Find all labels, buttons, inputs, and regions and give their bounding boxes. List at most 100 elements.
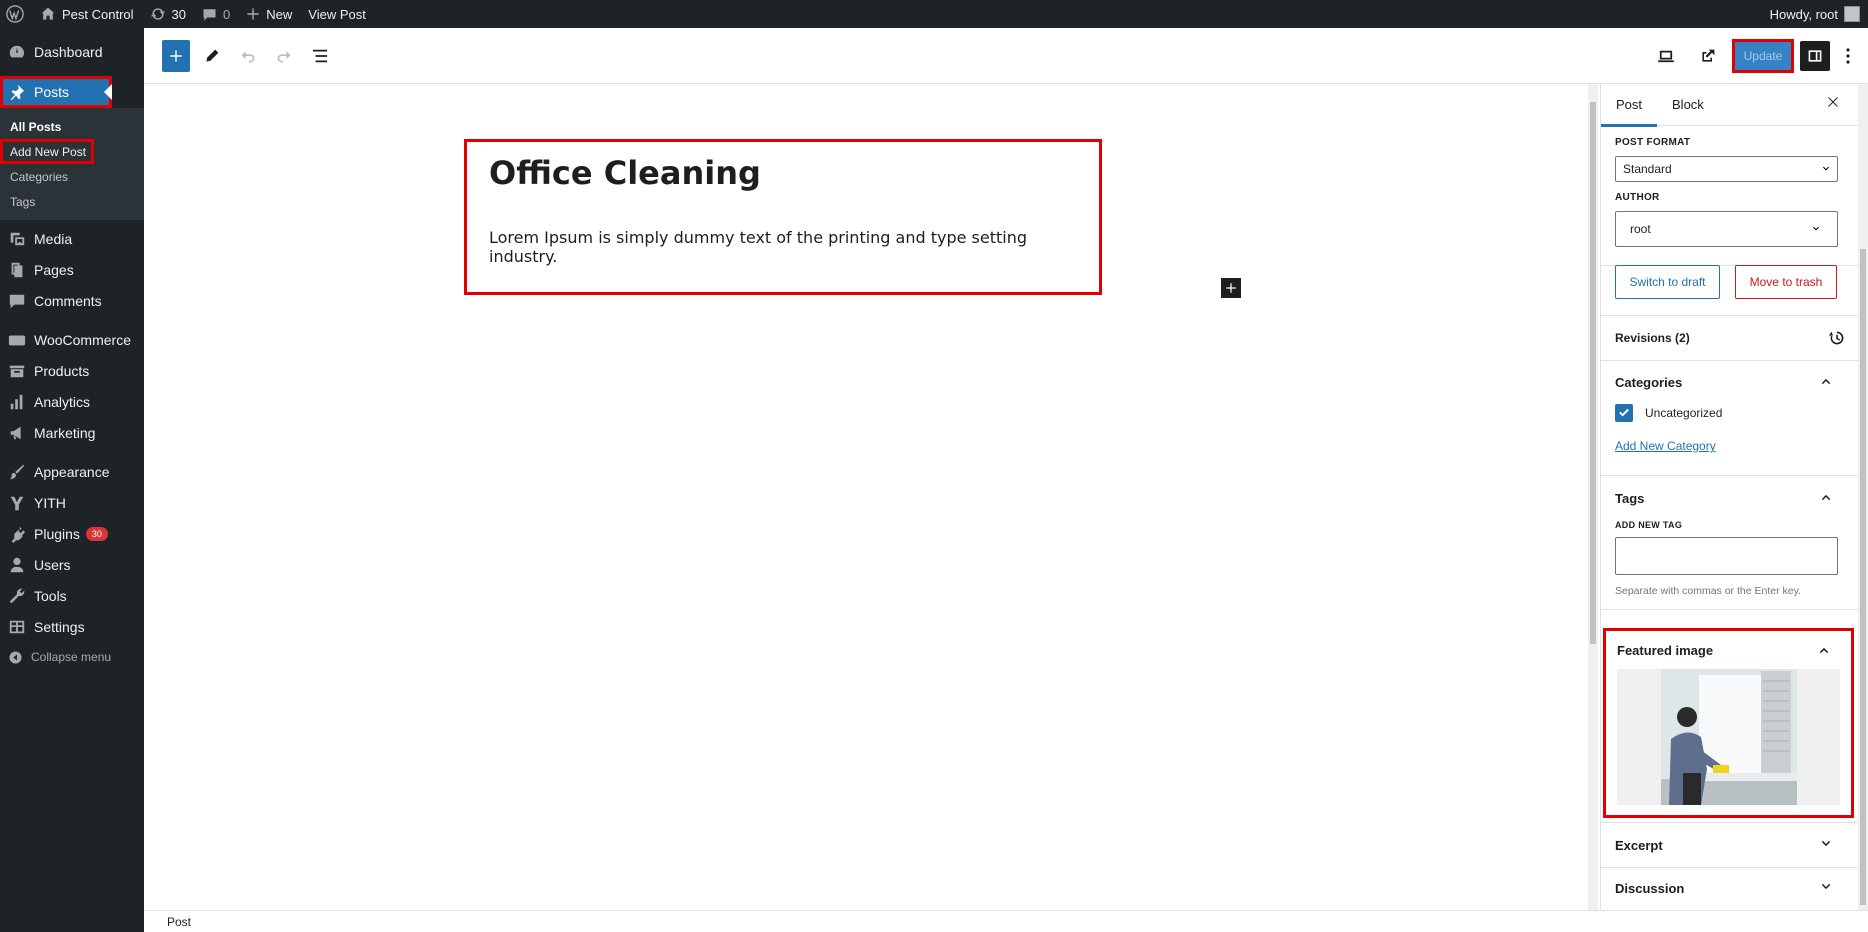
tab-post[interactable]: Post <box>1601 84 1658 127</box>
menu-products[interactable]: Products <box>0 356 144 386</box>
menu-appearance[interactable]: Appearance <box>0 456 144 488</box>
redo-button[interactable] <box>266 38 302 74</box>
excerpt-toggle[interactable]: Excerpt <box>1601 823 1859 867</box>
menu-posts[interactable]: Posts <box>0 76 112 108</box>
woocommerce-icon <box>8 335 26 346</box>
menu-label: Appearance <box>34 464 110 480</box>
discussion-title: Discussion <box>1615 880 1685 896</box>
more-vertical-icon <box>1846 47 1850 64</box>
menu-media[interactable]: Media <box>0 224 144 254</box>
plus-icon <box>170 49 182 62</box>
menu-label: Dashboard <box>34 44 103 60</box>
submenu-categories[interactable]: Categories <box>0 164 144 189</box>
category-checkbox[interactable] <box>1615 404 1633 422</box>
updates-count: 30 <box>171 6 187 22</box>
media-icon <box>10 232 25 246</box>
add-new-category-link[interactable]: Add New Category <box>1615 439 1716 453</box>
submenu-all-posts[interactable]: All Posts <box>0 114 144 139</box>
menu-label: Media <box>34 231 73 247</box>
admin-sidebar: Dashboard Posts All Posts Add New Post C… <box>0 28 144 932</box>
plus-icon <box>1226 283 1236 293</box>
wrench-icon <box>9 588 25 604</box>
view-post-button[interactable] <box>1690 38 1726 74</box>
chevron-down-icon <box>1813 226 1819 231</box>
categories-toggle[interactable]: Categories <box>1601 360 1859 404</box>
view-post-link[interactable]: View Post <box>300 0 374 28</box>
breadcrumb-post[interactable]: Post <box>167 915 191 929</box>
settings-toggle-button[interactable] <box>1800 40 1830 71</box>
revisions-panel[interactable]: Revisions (2) <box>1601 315 1859 361</box>
menu-comments[interactable]: Comments <box>0 286 144 316</box>
collapse-icon <box>9 651 22 663</box>
document-overview-button[interactable] <box>302 38 338 74</box>
collapse-menu-button[interactable]: Collapse menu <box>0 642 144 672</box>
tags-toggle[interactable]: Tags <box>1601 476 1859 520</box>
collapse-label: Collapse menu <box>31 650 112 664</box>
tag-help-text: Separate with commas or the Enter key. <box>1615 585 1801 597</box>
excerpt-title: Excerpt <box>1615 837 1663 853</box>
submenu-add-new-post[interactable]: Add New Post <box>0 139 94 164</box>
settings-sidebar: Post Block POST FORMAT Standard AUTHOR r… <box>1600 84 1868 911</box>
chevron-down-icon <box>1823 166 1829 171</box>
revisions-label: Revisions (2) <box>1615 331 1690 345</box>
canvas-scrollbar[interactable] <box>1588 84 1598 910</box>
switch-to-draft-button[interactable]: Switch to draft <box>1615 265 1720 299</box>
excerpt-panel: Excerpt <box>1601 822 1859 868</box>
tab-block[interactable]: Block <box>1657 84 1719 126</box>
history-icon <box>1829 331 1844 345</box>
pencil-icon <box>206 49 219 62</box>
menu-dashboard[interactable]: Dashboard <box>0 36 144 68</box>
undo-button[interactable] <box>230 38 266 74</box>
tools-button[interactable] <box>194 38 230 74</box>
close-settings-button[interactable] <box>1826 95 1840 112</box>
updates-link[interactable]: 30 <box>142 0 194 28</box>
post-title[interactable]: Office Cleaning <box>489 154 761 192</box>
new-label: New <box>266 6 293 22</box>
plugin-icon <box>11 526 26 543</box>
featured-image-toggle[interactable]: Featured image <box>1606 631 1851 669</box>
menu-tools[interactable]: Tools <box>0 580 144 612</box>
settings-scrollbar[interactable] <box>1858 84 1868 910</box>
submenu-tags[interactable]: Tags <box>0 189 144 214</box>
settings-icon <box>9 620 25 634</box>
category-label: Uncategorized <box>1645 406 1723 420</box>
preview-button[interactable] <box>1648 38 1684 74</box>
menu-yith[interactable]: YITH <box>0 488 144 518</box>
external-link-icon <box>1702 49 1715 62</box>
site-name-link[interactable]: Pest Control <box>32 0 142 28</box>
menu-marketing[interactable]: Marketing <box>0 418 144 448</box>
tags-panel: Tags ADD NEW TAG Separate with commas or… <box>1601 476 1859 610</box>
move-to-trash-button[interactable]: Move to trash <box>1735 265 1837 299</box>
post-format-select[interactable]: Standard <box>1615 156 1838 182</box>
new-content-link[interactable]: New <box>238 0 300 28</box>
home-icon <box>41 7 55 20</box>
menu-users[interactable]: Users <box>0 550 144 580</box>
menu-plugins[interactable]: Plugins 30 <box>0 518 144 550</box>
chevron-down-icon <box>1821 883 1831 890</box>
account-menu[interactable]: Howdy, root <box>1762 0 1868 28</box>
menu-analytics[interactable]: Analytics <box>0 386 144 418</box>
options-menu-button[interactable] <box>1836 38 1860 74</box>
block-inserter-button[interactable] <box>162 39 190 72</box>
editor-toolbar: Update <box>144 28 1868 84</box>
wordpress-logo-icon[interactable] <box>0 0 32 28</box>
chevron-up-icon <box>1821 378 1831 385</box>
close-icon <box>1828 97 1838 107</box>
menu-label: Comments <box>34 293 102 309</box>
featured-image-title: Featured image <box>1617 642 1714 658</box>
menu-label: Settings <box>34 619 85 635</box>
menu-woocommerce[interactable]: WooCommerce <box>0 324 144 356</box>
menu-pages[interactable]: Pages <box>0 254 144 286</box>
update-button[interactable]: Update <box>1732 38 1794 73</box>
featured-image-preview[interactable] <box>1617 669 1840 805</box>
menu-label: Users <box>34 557 71 573</box>
paragraph-block[interactable]: Lorem Ipsum is simply dummy text of the … <box>489 228 1099 266</box>
tag-input[interactable] <box>1615 537 1838 575</box>
discussion-toggle[interactable]: Discussion <box>1601 866 1859 910</box>
comments-count: 0 <box>223 6 231 22</box>
menu-settings[interactable]: Settings <box>0 612 144 642</box>
redo-icon <box>277 50 291 62</box>
comments-link[interactable]: 0 <box>194 0 238 28</box>
author-select[interactable]: root <box>1615 211 1838 247</box>
add-block-button[interactable] <box>1221 278 1241 298</box>
